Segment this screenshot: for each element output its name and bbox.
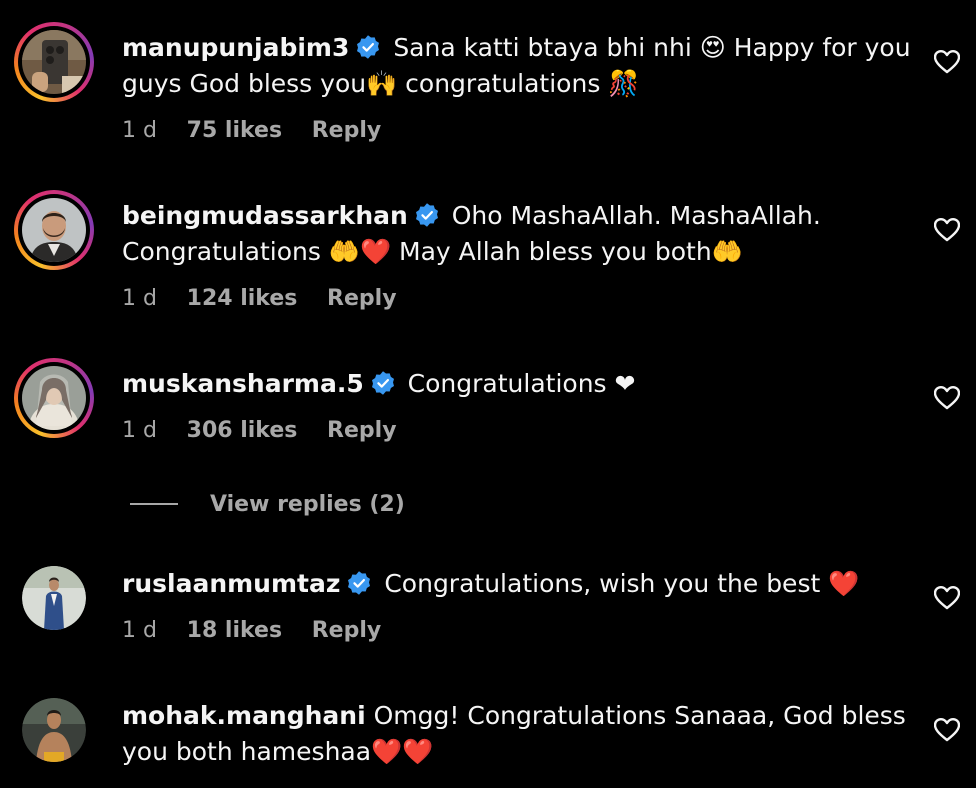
heart-outline-icon[interactable] [934,718,960,742]
comment-meta: 1 d 75 likes Reply [122,116,922,146]
comment-meta: 1 d 18 likes Reply [122,616,922,646]
comment-time[interactable]: 1 d [122,618,157,643]
comment-username[interactable]: mohak.manghani [122,701,366,730]
avatar[interactable] [14,558,94,638]
view-replies-line [130,503,178,505]
comment-likes[interactable]: 124 likes [187,286,298,311]
comment-time[interactable]: 1 d [122,418,157,443]
comment-username[interactable]: beingmudassarkhan [122,201,408,230]
comment-username[interactable]: muskansharma.5 [122,369,364,398]
reply-button[interactable]: Reply [327,418,397,443]
selfie-phone-avatar [22,30,86,94]
heart-outline-icon[interactable] [934,50,960,74]
story-ring[interactable] [14,358,94,438]
comment-meta: 1 d 124 likes Reply [122,284,922,314]
avatar[interactable] [14,690,94,770]
heart-outline-icon[interactable] [934,218,960,242]
heart-outline-icon[interactable] [934,386,960,410]
view-replies-label[interactable]: View replies (2) [210,492,405,517]
story-ring[interactable] [14,190,94,270]
comment-likes[interactable]: 306 likes [187,418,298,443]
verified-badge-icon [415,203,438,227]
reply-button[interactable]: Reply [312,118,382,143]
comment-username[interactable]: ruslaanmumtaz [122,569,340,598]
comment-likes[interactable]: 75 likes [187,118,282,143]
view-replies-button[interactable]: View replies (2) [130,486,405,522]
shirtless-man-avatar [22,698,86,762]
comment-time[interactable]: 1 d [122,286,157,311]
verified-badge-icon [348,571,371,595]
reply-button[interactable]: Reply [312,618,382,643]
comment-likes[interactable]: 18 likes [187,618,282,643]
man-in-suit-avatar [22,566,86,630]
comment-meta: 1 d 306 likes Reply [122,416,922,446]
bride-avatar [22,366,86,430]
story-ring[interactable] [14,22,94,102]
comment-text: Congratulations ❤ [407,369,636,398]
reply-button[interactable]: Reply [327,286,397,311]
verified-badge-icon [357,35,380,59]
bearded-man-avatar [22,198,86,262]
verified-badge-icon [371,371,394,395]
comment-time[interactable]: 1 d [122,118,157,143]
comment-text: Congratulations, wish you the best ❤️ [384,569,860,598]
comment-username[interactable]: manupunjabim3 [122,33,349,62]
heart-outline-icon[interactable] [934,586,960,610]
